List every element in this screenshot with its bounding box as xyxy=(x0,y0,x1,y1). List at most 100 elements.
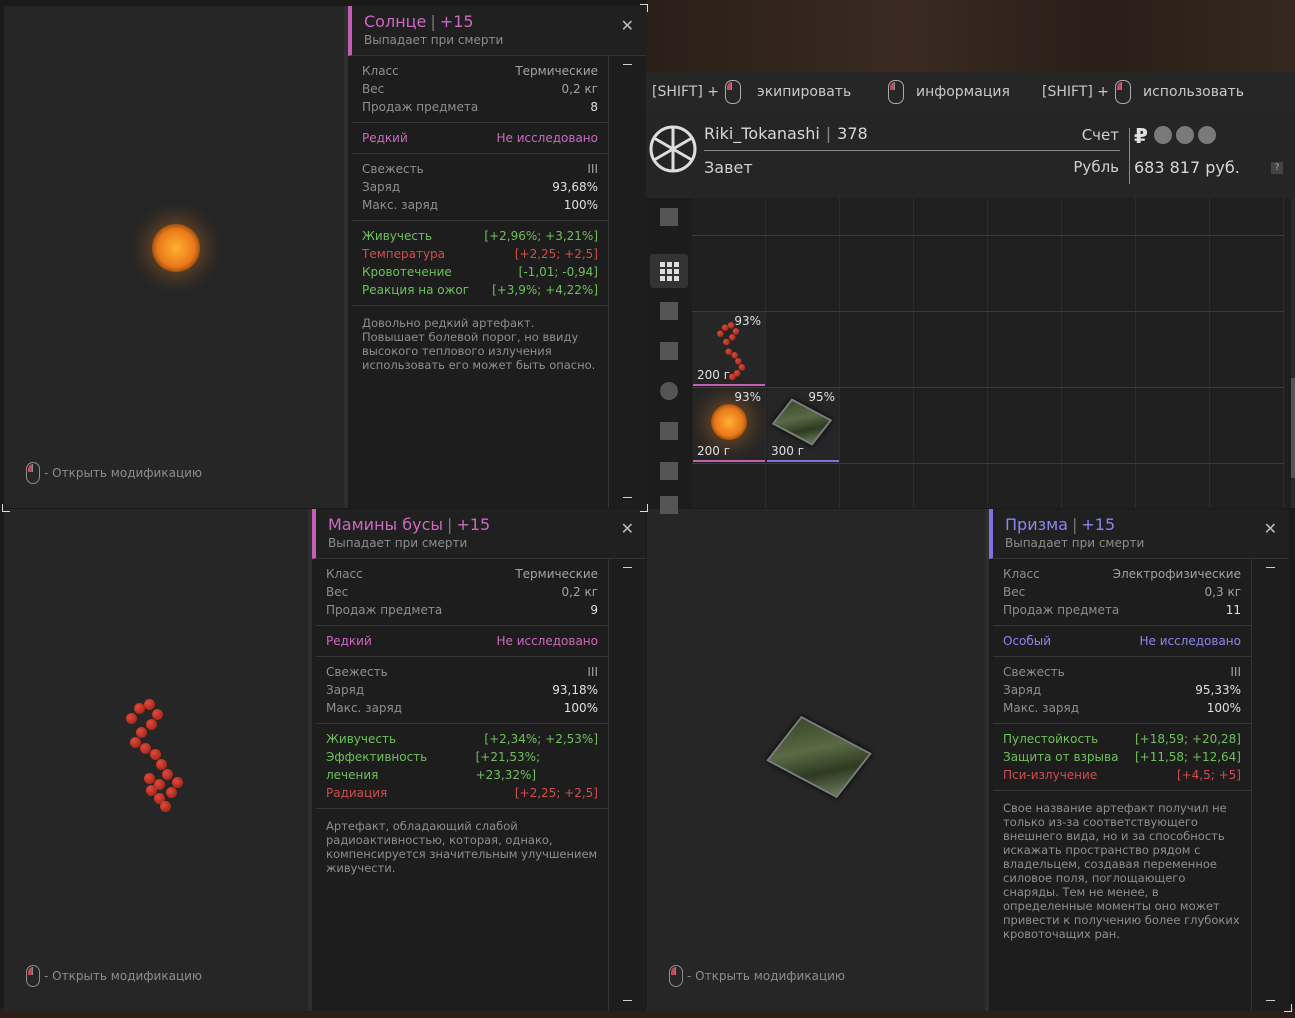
stat-row: Пси-излучение [+4,5; +5] xyxy=(1003,768,1241,782)
artifact-card: Призма | +15 Выпадает при смерти ✕ Класс Эл… xyxy=(989,509,1289,1011)
card-body: Класс Электрофизические Вес 0,3 кг Продаж … xyxy=(993,559,1251,1011)
artifact-panel-sun: - Открыть модификацию Солнце | +15 Выпадае… xyxy=(4,6,646,508)
backpack-tab[interactable] xyxy=(650,294,688,328)
inventory-slot[interactable] xyxy=(914,464,988,508)
inventory-slot[interactable] xyxy=(988,464,1062,508)
inventory-slot[interactable] xyxy=(840,312,914,388)
inventory-slot[interactable] xyxy=(1210,464,1284,508)
item-weight: 200 г xyxy=(697,444,731,458)
all-items-tab[interactable] xyxy=(650,254,688,288)
scrollbar[interactable] xyxy=(1251,559,1289,1011)
description: Свое название артефакт получил не только… xyxy=(1003,801,1240,941)
inventory-slot[interactable] xyxy=(914,236,988,312)
inventory-slot[interactable] xyxy=(692,198,766,236)
inventory-slot[interactable] xyxy=(988,312,1062,388)
inventory-slot[interactable] xyxy=(1210,312,1284,388)
scrollbar[interactable] xyxy=(608,559,646,1011)
inventory-slot[interactable] xyxy=(1062,236,1136,312)
inventory-slot[interactable] xyxy=(692,236,766,312)
card-body: Класс Термические Вес 0,2 кг Продаж предме… xyxy=(316,559,608,1011)
mouse-left-icon xyxy=(725,80,742,104)
open-modification-label: - Открыть модификацию xyxy=(687,969,846,983)
open-modification-hint[interactable]: - Открыть модификацию xyxy=(669,965,845,987)
tools-tab[interactable] xyxy=(650,488,688,522)
inventory-slot[interactable] xyxy=(1136,312,1210,388)
artifact-icon xyxy=(660,382,678,400)
inventory-slot[interactable] xyxy=(766,312,840,388)
background-strip xyxy=(646,0,1295,72)
inventory-slot[interactable] xyxy=(766,464,840,508)
item-charge: 93% xyxy=(734,314,761,328)
inventory-slot[interactable] xyxy=(1062,388,1136,464)
player-faction: Завет xyxy=(704,158,753,177)
inventory-item-prism[interactable]: 95% 300 г xyxy=(767,388,839,462)
inventory-slot[interactable] xyxy=(840,464,914,508)
item-charge: 95% xyxy=(808,390,835,404)
charge-info: Свежесть III Заряд 93,18% Макс. заряд 100% xyxy=(316,657,608,724)
info-hint: информация xyxy=(888,80,1010,104)
inventory-slot[interactable] xyxy=(1210,388,1284,464)
inventory-slot[interactable] xyxy=(914,312,988,388)
grid-icon xyxy=(660,262,679,281)
stat-row: Температура [+2,25; +2,5] xyxy=(362,247,598,261)
inventory-slot[interactable] xyxy=(1210,198,1284,236)
rarity-row: Редкий Не исследовано xyxy=(316,626,608,657)
mouse-right-icon xyxy=(888,80,904,104)
inventory-slot[interactable] xyxy=(1136,388,1210,464)
open-modification-hint[interactable]: - Открыть модификацию xyxy=(26,462,202,484)
inventory-slot[interactable] xyxy=(1136,236,1210,312)
item-weight: 300 г xyxy=(771,444,805,458)
artifact-viewer[interactable]: - Открыть модификацию xyxy=(4,509,312,1011)
corner-mark xyxy=(1284,1004,1292,1012)
inventory-slot[interactable] xyxy=(1062,312,1136,388)
inventory-slot[interactable] xyxy=(1062,464,1136,508)
item-charge: 93% xyxy=(734,390,761,404)
inventory-slot[interactable] xyxy=(988,198,1062,236)
stat-row: Защита от взрыва [+11,58; +12,64] xyxy=(1003,750,1241,764)
inventory-slot[interactable] xyxy=(692,464,766,508)
inventory-category-sidebar xyxy=(646,198,692,514)
close-icon[interactable]: ✕ xyxy=(621,16,634,35)
inventory-slot[interactable] xyxy=(1136,198,1210,236)
close-icon[interactable]: ✕ xyxy=(621,519,634,538)
inventory-slot[interactable] xyxy=(840,388,914,464)
card-header: Призма | +15 Выпадает при смерти ✕ xyxy=(989,509,1289,559)
inventory-slot[interactable] xyxy=(988,388,1062,464)
open-modification-hint[interactable]: - Открыть модификацию xyxy=(26,965,202,987)
basic-info: Класс Электрофизические Вес 0,3 кг Продаж … xyxy=(993,559,1251,626)
inventory-slot[interactable] xyxy=(766,198,840,236)
stat-row: Живучесть [+2,96%; +3,21%] xyxy=(362,229,598,243)
artifact-card: Солнце | +15 Выпадает при смерти ✕ Класс Те… xyxy=(348,6,646,508)
inventory-slot[interactable] xyxy=(914,388,988,464)
basic-info: Класс Термические Вес 0,2 кг Продаж предме… xyxy=(352,56,608,123)
mouse-left-icon xyxy=(26,462,40,484)
weapons-tab[interactable] xyxy=(650,334,688,368)
ammo-tab[interactable] xyxy=(650,454,688,488)
inventory-slot[interactable] xyxy=(988,236,1062,312)
artifacts-tab[interactable] xyxy=(650,374,688,408)
corner-mark xyxy=(640,504,648,512)
inventory-slot[interactable] xyxy=(1210,236,1284,312)
artifact-viewer[interactable]: - Открыть модификацию xyxy=(647,509,989,1011)
artifact-viewer[interactable]: - Открыть модификацию xyxy=(4,6,348,508)
inventory-slot[interactable] xyxy=(1136,464,1210,508)
inventory-slot[interactable] xyxy=(766,236,840,312)
inventory-item-sun[interactable]: 93% 200 г xyxy=(693,388,765,462)
gear-coin-icon xyxy=(1154,126,1172,144)
inventory-slot[interactable] xyxy=(1062,198,1136,236)
charge-info: Свежесть III Заряд 93,68% Макс. заряд 100% xyxy=(352,154,608,221)
stat-row: Радиация [+2,25; +2,5] xyxy=(326,786,598,800)
close-icon[interactable]: ✕ xyxy=(1264,519,1277,538)
rifle-icon xyxy=(660,342,678,360)
inventory-slot[interactable] xyxy=(914,198,988,236)
inventory-scrollbar[interactable] xyxy=(1291,198,1295,508)
scrollbar[interactable] xyxy=(608,56,646,508)
card-title: Мамины бусы | +15 xyxy=(328,515,491,534)
inventory-slot[interactable] xyxy=(840,236,914,312)
sort-button[interactable] xyxy=(650,200,688,234)
inventory-slot[interactable] xyxy=(840,198,914,236)
inventory-item-beads[interactable]: 93% 200 г xyxy=(693,312,765,386)
inventory-panel: [SHIFT] + экипировать информация [SHIFT]… xyxy=(646,72,1295,514)
help-button[interactable]: ? xyxy=(1271,162,1283,174)
medical-tab[interactable] xyxy=(650,414,688,448)
